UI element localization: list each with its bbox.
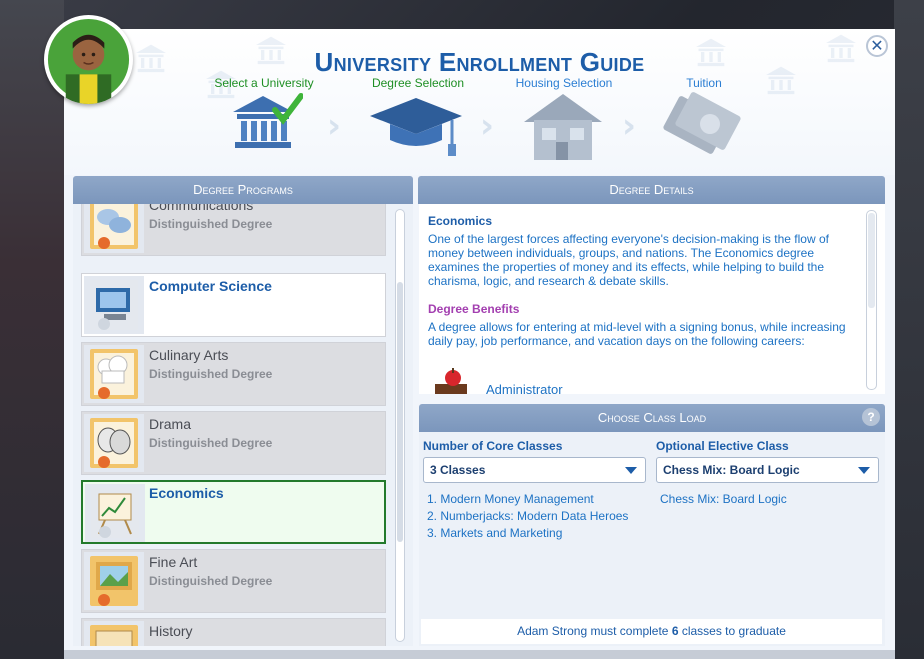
scrollbar-thumb[interactable] bbox=[397, 282, 403, 542]
footer-count: 6 bbox=[671, 624, 679, 638]
degree-item-fine-art[interactable]: Fine Art Distinguished Degree bbox=[81, 549, 386, 613]
apple-books-icon bbox=[433, 366, 469, 394]
core-class-item: 2. Numberjacks: Modern Data Heroes bbox=[427, 509, 629, 523]
degree-details-title: Economics bbox=[428, 214, 493, 228]
degree-details: Economics One of the largest forces affe… bbox=[419, 204, 885, 394]
degree-item-computer-science[interactable]: Computer Science bbox=[81, 273, 386, 337]
degree-list: Communications Distinguished Degree Comp… bbox=[73, 204, 413, 646]
degree-benefits-title: Degree Benefits bbox=[428, 302, 520, 316]
computer-icon bbox=[84, 276, 144, 334]
money-bills-icon bbox=[662, 92, 750, 160]
background-left bbox=[0, 0, 64, 659]
degree-subtitle: Distinguished Degree bbox=[149, 217, 273, 231]
degree-item-history[interactable]: History bbox=[81, 618, 386, 646]
university-building-icon bbox=[229, 92, 304, 154]
dropdown-value: Chess Mix: Board Logic bbox=[663, 463, 800, 477]
chevron-down-icon bbox=[858, 467, 870, 474]
core-classes-dropdown[interactable]: 3 Classes bbox=[423, 457, 646, 483]
step-label-degree: Degree Selection bbox=[371, 76, 465, 90]
house-icon bbox=[520, 88, 606, 162]
theater-masks-icon bbox=[84, 414, 144, 472]
degree-subtitle: Distinguished Degree bbox=[149, 574, 273, 588]
class-load-header: Choose Class Load bbox=[419, 404, 885, 432]
degree-item-culinary-arts[interactable]: Culinary Arts Distinguished Degree bbox=[81, 342, 386, 406]
degree-details-header: Degree Details bbox=[418, 176, 885, 204]
degree-item-drama[interactable]: Drama Distinguished Degree bbox=[81, 411, 386, 475]
step-arrow-icon: › bbox=[622, 106, 637, 146]
chevron-down-icon bbox=[625, 467, 637, 474]
degree-benefits-text: A degree allows for entering at mid-leve… bbox=[428, 320, 846, 348]
core-class-item: 1. Modern Money Management bbox=[427, 492, 594, 506]
painting-icon bbox=[84, 552, 144, 610]
elective-class-item: Chess Mix: Board Logic bbox=[660, 492, 787, 506]
easel-chart-icon bbox=[85, 484, 145, 542]
degree-name: Drama bbox=[149, 416, 192, 432]
step-label-tuition: Tuition bbox=[686, 76, 722, 90]
graduation-cap-icon bbox=[368, 92, 464, 158]
bottom-strip bbox=[64, 650, 895, 659]
career-item[interactable]: Administrator bbox=[486, 382, 563, 394]
degree-programs-header: Degree Programs bbox=[73, 176, 413, 204]
graduation-requirement: Adam Strong must complete 6 classes to g… bbox=[421, 619, 882, 644]
step-arrow-icon: › bbox=[327, 106, 342, 146]
degree-subtitle: Distinguished Degree bbox=[149, 436, 273, 450]
sim-avatar bbox=[44, 15, 133, 104]
degree-description: One of the largest forces affecting ever… bbox=[428, 232, 829, 288]
page-title: University Enrollment Guide bbox=[314, 47, 645, 77]
degree-name: Communications bbox=[149, 204, 254, 213]
background-right bbox=[894, 0, 924, 659]
degree-subtitle: Distinguished Degree bbox=[149, 367, 273, 381]
core-class-item: 3. Markets and Marketing bbox=[427, 526, 563, 540]
close-button[interactable]: ✕ bbox=[866, 35, 888, 57]
step-arrow-icon: › bbox=[480, 106, 495, 146]
degree-item-communications[interactable]: Communications Distinguished Degree bbox=[81, 204, 386, 256]
scrollbar-thumb[interactable] bbox=[868, 213, 875, 308]
degree-name: History bbox=[149, 623, 193, 639]
footer-suffix: classes to graduate bbox=[678, 624, 786, 638]
degree-name: Computer Science bbox=[149, 278, 272, 294]
step-label-university: Select a University bbox=[214, 76, 314, 90]
scroll-icon bbox=[84, 621, 144, 646]
chef-hat-icon bbox=[84, 345, 144, 403]
elective-class-dropdown[interactable]: Chess Mix: Board Logic bbox=[656, 457, 879, 483]
degree-list-scrollbar[interactable] bbox=[395, 209, 405, 642]
elective-class-label: Optional Elective Class bbox=[656, 439, 789, 453]
dropdown-value: 3 Classes bbox=[430, 463, 486, 477]
footer-prefix: Adam Strong must complete bbox=[517, 624, 672, 638]
degree-name: Culinary Arts bbox=[149, 347, 229, 363]
help-button[interactable]: ? bbox=[862, 408, 880, 426]
degree-name: Fine Art bbox=[149, 554, 198, 570]
speech-bubbles-icon bbox=[84, 204, 144, 253]
degree-item-economics[interactable]: Economics bbox=[81, 480, 386, 544]
degree-name: Economics bbox=[149, 485, 224, 501]
details-scrollbar[interactable] bbox=[866, 210, 877, 390]
core-classes-label: Number of Core Classes bbox=[423, 439, 563, 453]
